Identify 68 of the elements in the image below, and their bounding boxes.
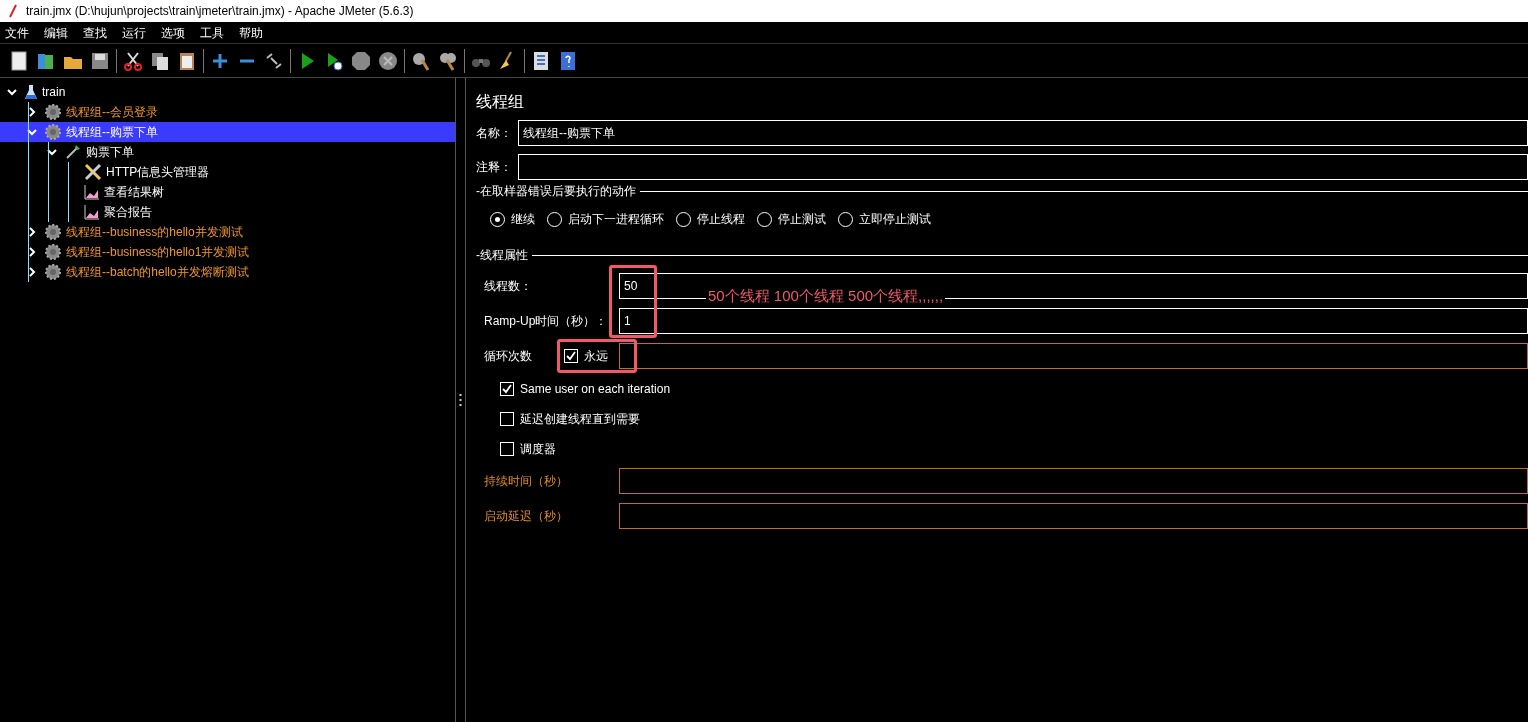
gear-icon	[44, 103, 62, 121]
chevron-down-icon[interactable]	[47, 147, 57, 157]
tree-item[interactable]: 线程组--business的hello并发测试	[0, 222, 455, 242]
field-label: 注释：	[476, 159, 510, 176]
pipette-icon	[64, 143, 82, 161]
tree-item[interactable]: 查看结果树	[0, 182, 455, 202]
annotation-text: 50个线程 100个线程 500个线程,,,,,,	[706, 288, 946, 304]
field-label: 循环次数	[484, 348, 533, 365]
checkbox-label: 永远	[584, 348, 608, 365]
field-label: 名称：	[476, 125, 510, 142]
checkbox[interactable]	[500, 412, 514, 426]
ramp-up-field[interactable]: 1	[619, 308, 1528, 334]
tree-item[interactable]: 线程组--购票下单	[0, 122, 455, 142]
chevron-right-icon[interactable]	[27, 107, 37, 117]
feather-icon	[8, 4, 18, 18]
menu-item[interactable]: 查找	[83, 23, 107, 42]
shutdown-icon[interactable]	[377, 49, 399, 72]
chevron-right-icon[interactable]	[27, 267, 37, 277]
chevron-right-icon[interactable]	[27, 247, 37, 257]
field-label: Ramp-Up时间（秒）：	[484, 313, 609, 330]
comment-field[interactable]	[518, 154, 1528, 180]
start-delay-field[interactable]	[619, 503, 1528, 529]
grip-icon[interactable]	[459, 393, 462, 407]
tools-icon	[84, 163, 102, 181]
radio-label: 立即停止测试	[859, 211, 931, 228]
tree-item[interactable]: 线程组--business的hello1并发测试	[0, 242, 455, 262]
chevron-down-icon[interactable]	[7, 87, 17, 97]
checkbox-label: 调度器	[520, 441, 556, 458]
checkbox[interactable]	[500, 442, 514, 456]
radio-label: 启动下一进程循环	[568, 211, 664, 228]
stop-icon[interactable]	[350, 49, 372, 72]
checkbox-label: 延迟创建线程直到需要	[520, 411, 640, 428]
menu-item[interactable]: 运行	[122, 23, 146, 42]
tree-item[interactable]: 线程组--batch的hello并发熔断测试	[0, 262, 455, 282]
field-label: 启动延迟（秒）	[484, 508, 569, 525]
menu-item[interactable]: 文件	[5, 23, 29, 42]
tree-item[interactable]: HTTP信息头管理器	[0, 162, 455, 182]
gear-icon	[44, 243, 62, 261]
window-title: train.jmx (D:\hujun\projects\train\jmeter\train.jmx) - Apache JMeter (5.6.3)	[26, 3, 414, 20]
field-label: 线程数：	[484, 278, 533, 295]
radio-label: 停止测试	[778, 211, 826, 228]
section-title: -在取样器错误后要执行的动作	[476, 183, 636, 200]
new-file-icon[interactable]	[8, 49, 30, 72]
radio-label: 继续	[511, 211, 535, 228]
menu-item[interactable]: 编辑	[44, 23, 68, 42]
chevron-down-icon[interactable]	[27, 127, 37, 137]
flask-icon	[24, 84, 38, 100]
duration-field[interactable]	[619, 468, 1528, 494]
graph-icon	[84, 204, 100, 220]
checkbox-label: Same user on each iteration	[520, 381, 671, 398]
tree-item[interactable]: 线程组--会员登录	[0, 102, 455, 122]
menu-item[interactable]: 选项	[161, 23, 185, 42]
graph-icon	[84, 184, 100, 200]
gear-icon	[44, 263, 62, 281]
field-label: 持续时间（秒）	[484, 473, 569, 490]
chevron-right-icon[interactable]	[27, 227, 37, 237]
gear-icon	[44, 123, 62, 141]
name-field[interactable]: 线程组--购票下单	[518, 120, 1528, 146]
section-title: -线程属性	[476, 247, 528, 264]
tree-item[interactable]: 聚合报告	[0, 202, 455, 222]
menu-item[interactable]: 帮助	[239, 23, 263, 42]
menu-item[interactable]: 工具	[200, 23, 224, 42]
panel-title: 线程组	[476, 92, 525, 112]
tree-item[interactable]: train	[0, 82, 455, 102]
tree-item[interactable]: 购票下单	[0, 142, 455, 162]
checkbox[interactable]	[500, 382, 514, 396]
gear-icon	[44, 223, 62, 241]
radio-label: 停止线程	[697, 211, 745, 228]
